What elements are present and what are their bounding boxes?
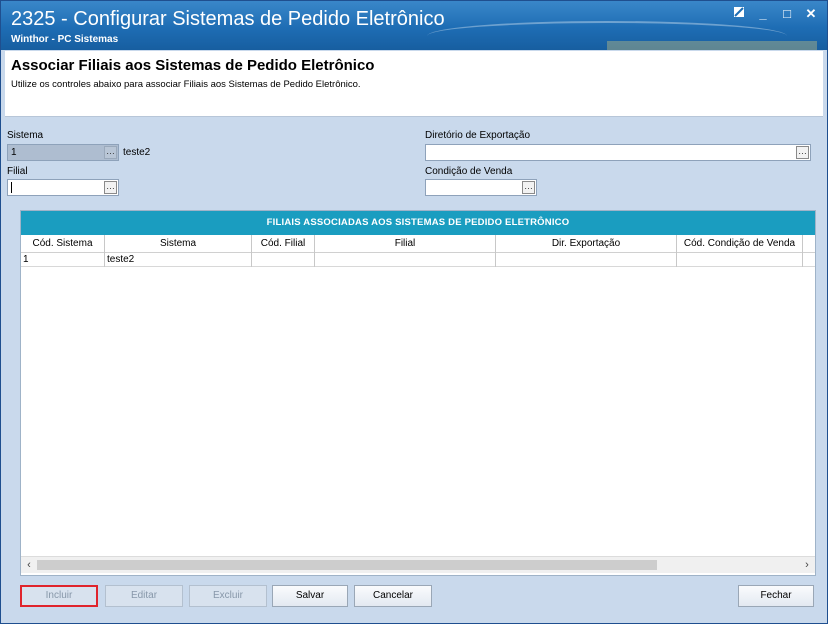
cell-cod-sistema: 1 (21, 253, 105, 267)
restore-icon[interactable] (729, 5, 749, 23)
sistema-label: Sistema (7, 130, 44, 141)
cell-dir-exportacao (496, 253, 677, 267)
diretorio-label: Diretório de Exportação (425, 130, 531, 141)
col-header-dir-exportacao[interactable]: Dir. Exportação (496, 235, 677, 253)
sistema-code-value: 1 (11, 147, 17, 158)
col-header-cod-condicao[interactable]: Cód. Condição de Venda (677, 235, 803, 253)
titlebar-decoration-accent (607, 41, 817, 50)
grid-title: FILIAIS ASSOCIADAS AOS SISTEMAS DE PEDID… (21, 211, 815, 235)
col-header-filial[interactable]: Filial (315, 235, 496, 253)
text-cursor (11, 181, 12, 193)
close-icon[interactable]: ✕ (801, 5, 821, 23)
sistema-lookup-icon: … (104, 146, 117, 159)
cancelar-button[interactable]: Cancelar (354, 585, 432, 607)
title-bar[interactable]: 2325 - Configurar Sistemas de Pedido Ele… (1, 1, 827, 50)
col-header-cod-filial[interactable]: Cód. Filial (252, 235, 315, 253)
condicao-label: Condição de Venda (425, 166, 513, 177)
col-header-sistema[interactable]: Sistema (105, 235, 252, 253)
incluir-button[interactable]: Incluir (20, 585, 98, 607)
sistema-name: teste2 (123, 147, 151, 158)
filiais-grid: FILIAIS ASSOCIADAS AOS SISTEMAS DE PEDID… (20, 210, 816, 576)
filial-input[interactable]: … (7, 179, 119, 196)
cell-cod-condicao (677, 253, 803, 267)
maximize-icon[interactable]: □ (777, 5, 797, 23)
minimize-icon[interactable]: _ (753, 5, 773, 23)
condicao-lookup-button[interactable]: … (522, 181, 535, 194)
window-subtitle: Winthor - PC Sistemas (11, 34, 119, 45)
window-title: 2325 - Configurar Sistemas de Pedido Ele… (11, 8, 445, 30)
salvar-button[interactable]: Salvar (272, 585, 348, 607)
col-header-cod-sistema[interactable]: Cód. Sistema (21, 235, 105, 253)
filial-lookup-button[interactable]: … (104, 181, 117, 194)
grid-column-headers: Cód. Sistema Sistema Cód. Filial Filial … (21, 235, 815, 253)
app-window: 2325 - Configurar Sistemas de Pedido Ele… (0, 0, 828, 624)
header-panel: Associar Filiais aos Sistemas de Pedido … (5, 51, 823, 117)
diretorio-browse-button[interactable]: … (796, 146, 809, 159)
scroll-thumb[interactable] (37, 560, 657, 570)
horizontal-scrollbar[interactable]: ‹ › (21, 556, 815, 573)
button-bar: Incluir Editar Excluir Salvar Cancelar F… (5, 577, 823, 621)
scroll-right-icon[interactable]: › (800, 558, 814, 572)
window-controls: _ □ ✕ (729, 5, 821, 23)
sistema-code-field: 1 … (7, 144, 119, 161)
page-description: Utilize os controles abaixo para associa… (11, 79, 361, 90)
cell-cod-filial (252, 253, 315, 267)
editar-button[interactable]: Editar (105, 585, 183, 607)
form-area: Sistema 1 … teste2 Filial … Diretório de… (5, 119, 823, 621)
filial-label: Filial (7, 166, 28, 177)
scroll-left-icon[interactable]: ‹ (22, 558, 36, 572)
condicao-input[interactable]: … (425, 179, 537, 196)
diretorio-input[interactable]: … (425, 144, 811, 161)
cell-sistema: teste2 (105, 253, 252, 267)
cell-filial (315, 253, 496, 267)
fechar-button[interactable]: Fechar (738, 585, 814, 607)
page-title: Associar Filiais aos Sistemas de Pedido … (11, 57, 375, 74)
table-row[interactable]: 1 teste2 (21, 253, 815, 267)
excluir-button[interactable]: Excluir (189, 585, 267, 607)
